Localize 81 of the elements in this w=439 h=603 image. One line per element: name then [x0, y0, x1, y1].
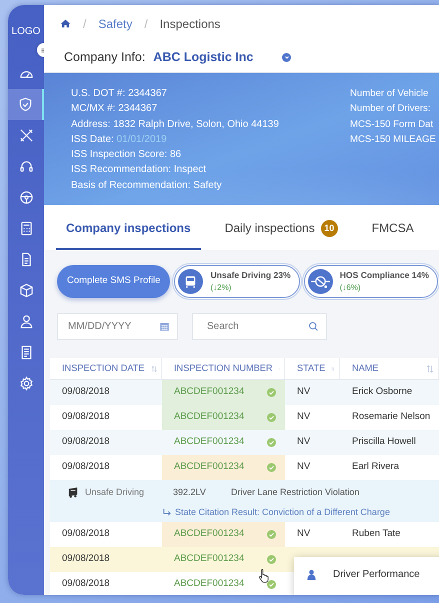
date-field[interactable]: MM/DD/YYYY	[57, 313, 178, 340]
table-cell-text: 09/08/2018	[61, 527, 111, 542]
violation-description: Driver Lane Restriction Violation	[231, 486, 360, 499]
table-cell-text: NV	[296, 527, 312, 542]
column-header[interactable]: INSPECTION NUMBER	[162, 358, 285, 379]
breadcrumb-current: Inspections	[160, 16, 220, 32]
tools-icon	[18, 128, 34, 143]
column-header[interactable]: STATE	[285, 358, 340, 379]
user-icon	[18, 314, 34, 329]
search-field[interactable]: Search	[192, 313, 327, 340]
return-arrow-icon	[162, 508, 171, 517]
table-cell-text: NV	[296, 435, 312, 450]
table-cell-text: 09/08/2018	[61, 577, 111, 592]
column-header[interactable]: INSPECTION DATE	[50, 358, 162, 379]
info-line: Number of Vehicle	[350, 87, 430, 101]
info-line: ISS Recommendation: Inspect	[71, 163, 208, 178]
info-line: MCS-150 MILEAGE	[350, 132, 436, 147]
violation-code: 392.2LV	[173, 486, 207, 499]
cursor-icon	[258, 568, 270, 584]
bus-icon	[178, 269, 204, 294]
table-cell-text: Ruben Tate	[351, 527, 402, 542]
metric-change: (↓2%)	[210, 282, 232, 294]
box-icon	[18, 283, 34, 298]
table-cell-text: 09/08/2018	[61, 435, 111, 450]
table-cell-text: Erick Osborne	[351, 385, 414, 400]
column-header[interactable]: NAME	[340, 358, 439, 379]
field-label: Company Info:	[64, 48, 146, 66]
tab[interactable]: FMCSA	[362, 219, 424, 250]
sms-profile-button[interactable]: Complete SMS Profile	[57, 265, 170, 298]
breadcrumb-separator: /	[144, 16, 148, 32]
metric-change: (↓6%)	[340, 282, 362, 294]
info-line: ISS Date: 01/01/2019	[71, 132, 168, 147]
logo: LOGO	[12, 25, 40, 39]
metric-chip[interactable]: HOS Compliance 14% (↓6%)	[304, 265, 438, 298]
info-line: Address: 1832 Ralph Drive, Solon, Ohio 44139	[71, 118, 280, 132]
info-line: Number of Drivers:	[350, 102, 432, 116]
table-cell: ABCDEF001234	[162, 380, 285, 405]
sidebar-item[interactable]	[8, 89, 44, 120]
table-cell: ABCDEF001234	[162, 522, 285, 547]
table-row[interactable]: 09/08/2018 ABCDEF001234 NV Priscilla Howell	[50, 430, 439, 455]
gear-icon	[18, 376, 34, 391]
breadcrumb-link[interactable]: Safety	[98, 14, 132, 32]
info-line: MC/MX #: 2344367	[71, 102, 158, 116]
home-icon[interactable]	[60, 18, 71, 29]
tab[interactable]: Daily inspections 10	[214, 219, 348, 250]
table-cell: ABCDEF001234	[162, 405, 285, 430]
table-cell-text: Earl Rivera	[351, 460, 400, 474]
table-cell-text: Priscilla Howell	[351, 435, 417, 450]
calculator-icon	[18, 221, 34, 236]
count-badge: 10	[320, 220, 338, 236]
tab[interactable]: Company inspections	[56, 219, 201, 250]
metric-title: HOS Compliance 14%	[340, 269, 430, 282]
dropdown-button[interactable]	[282, 52, 292, 62]
truck-icon	[68, 487, 79, 498]
shield-icon	[18, 97, 32, 112]
table-row[interactable]: 09/08/2018 ABCDEF001234 NV Erick Osborne	[50, 380, 439, 405]
company-name: ABC Logistic Inc	[153, 48, 254, 66]
info-line: ISS Inspection Score: 86	[71, 148, 182, 162]
table-cell-text: 09/08/2018	[61, 552, 111, 566]
chevron-down-icon	[284, 54, 290, 60]
search-icon[interactable]	[308, 321, 319, 332]
metric-chip[interactable]: Unsafe Driving 23% (↓2%)	[174, 265, 300, 298]
table-cell-text: 09/08/2018	[61, 385, 111, 400]
table-cell-text: 09/08/2018	[61, 460, 111, 474]
table-cell-text: Rosemarie Nelson	[351, 410, 432, 424]
violation-category: Unsafe Driving	[85, 486, 146, 499]
report-icon	[18, 345, 34, 360]
info-line: MCS-150 Form Dat	[350, 118, 434, 132]
info-line: Basis of Recommendation: Safety	[71, 178, 223, 193]
info-line: U.S. DOT #: 2344367	[71, 87, 168, 101]
breadcrumb-separator: /	[83, 16, 86, 32]
citation-result: State Citation Result: Conviction of a Different Charge	[175, 506, 390, 519]
table-cell-text: NV	[296, 410, 312, 424]
person-icon	[306, 569, 317, 580]
table-cell-text: NV	[296, 385, 312, 400]
steering-wheel-icon	[18, 190, 34, 205]
table-cell-text: 09/08/2018	[61, 410, 111, 424]
table-cell-text: NV	[296, 460, 312, 474]
metric-title: Unsafe Driving 23%	[210, 269, 291, 282]
table-cell: ABCDEF001234	[162, 455, 285, 480]
headset-icon	[18, 159, 34, 174]
